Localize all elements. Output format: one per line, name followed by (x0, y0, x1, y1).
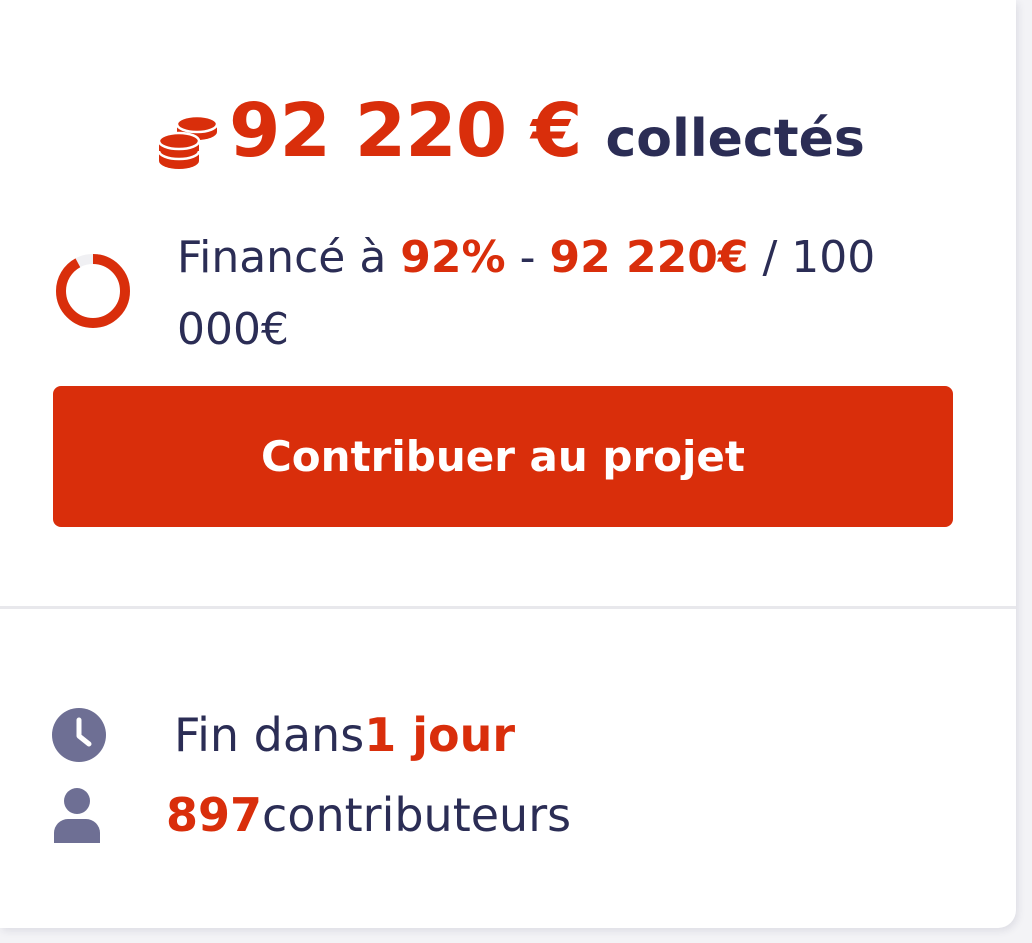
user-icon (54, 788, 100, 843)
amount-raised: 92 220 € collectés (155, 88, 865, 188)
deadline-value: 1 jour (364, 708, 516, 762)
section-divider (0, 606, 1016, 609)
clock-icon (52, 708, 106, 762)
funding-separator: - (505, 232, 550, 283)
funding-percent: 92% (400, 232, 506, 283)
funding-prefix: Financé à (177, 232, 401, 283)
amount-value: 92 220 € (229, 88, 582, 174)
funding-collected: 92 220€ (549, 232, 749, 283)
backers-label: contributeurs (262, 788, 572, 842)
amount-suffix: collectés (605, 109, 865, 169)
project-funding-card: 92 220 € collectés Financé à 92% - 92 22… (0, 0, 1016, 928)
backers-count: 897 (166, 788, 263, 842)
progress-ring (56, 254, 130, 328)
deadline-row: Fin dans 1 jour (52, 700, 515, 770)
backers-row: 897 contributeurs (52, 780, 571, 850)
progress-ring-fill (56, 254, 130, 328)
contribute-button[interactable]: Contribuer au projet (53, 386, 953, 527)
funding-summary: Financé à 92% - 92 220€ / 100 000€ (177, 222, 937, 366)
deadline-prefix: Fin dans (174, 708, 365, 762)
coins-icon (157, 114, 219, 169)
